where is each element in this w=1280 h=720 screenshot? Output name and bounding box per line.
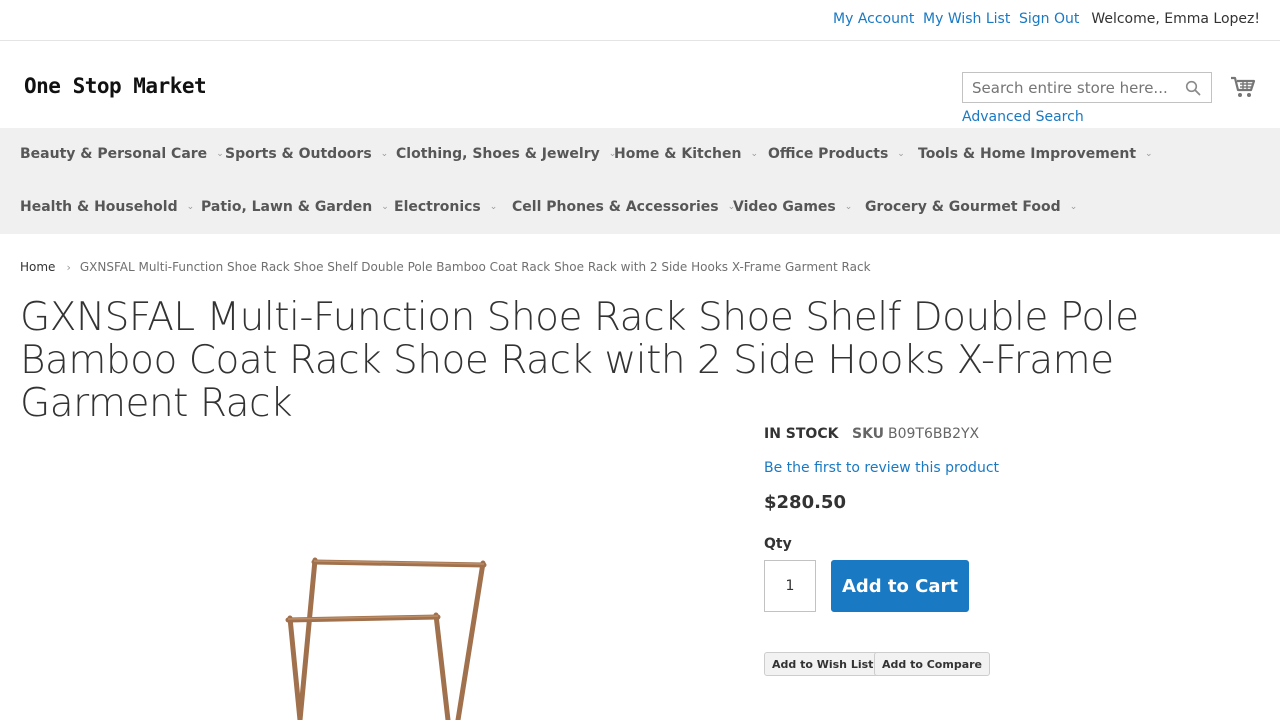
breadcrumb: Home › GXNSFAL Multi-Function Shoe Rack Sh… [20,260,871,274]
qty-input[interactable] [764,560,816,612]
chevron-right-icon: › [66,261,71,274]
nav-item-label: Home & Kitchen [614,146,742,162]
category-navigation: Beauty & Personal Care ⌄ Sports & Outdoor… [0,128,1280,234]
breadcrumb-current: GXNSFAL Multi-Function Shoe Rack Shoe Sh… [79,260,871,274]
nav-item-label: Patio, Lawn & Garden [201,199,373,215]
nav-item-office-products[interactable]: Office Products ⌄ [768,146,905,162]
nav-item-patio-lawn-garden[interactable]: Patio, Lawn & Garden ⌄ [201,199,389,215]
add-to-wish-list-button[interactable]: Add to Wish List [764,652,882,676]
advanced-search-link[interactable]: Advanced Search [962,109,1084,125]
my-wish-list-link[interactable]: My Wish List [923,11,1010,27]
sign-out-link[interactable]: Sign Out [1019,11,1079,27]
welcome-message: Welcome, Emma Lopez! [1091,11,1260,27]
sku-value: B09T6BB2YX [888,426,980,442]
product-price: $280.50 [764,492,846,513]
nav-item-cell-phones-accessories[interactable]: Cell Phones & Accessories ⌄ [512,199,735,215]
nav-item-label: Health & Household [20,199,178,215]
top-header-bar: My Account My Wish List Sign Out Welcome… [0,0,1280,41]
chevron-down-icon: ⌄ [750,149,758,159]
nav-item-clothing-shoes-jewelry[interactable]: Clothing, Shoes & Jewelry ⌄ [396,146,616,162]
chevron-down-icon: ⌄ [844,202,853,212]
add-to-cart-button[interactable]: Add to Cart [831,560,969,612]
nav-item-beauty-personal-care[interactable]: Beauty & Personal Care ⌄ [20,146,224,162]
search-form [962,72,1212,103]
add-to-compare-button[interactable]: Add to Compare [874,652,991,676]
nav-item-label: Electronics [394,199,481,215]
nav-item-label: Grocery & Gourmet Food [865,199,1061,215]
nav-item-video-games[interactable]: Video Games ⌄ [733,199,852,215]
stock-status: IN STOCK [764,426,839,442]
cart-icon[interactable] [1230,75,1256,99]
nav-item-health-household[interactable]: Health & Household ⌄ [20,199,194,215]
chevron-down-icon: ⌄ [1145,149,1153,159]
qty-label: Qty [764,536,792,552]
nav-item-label: Office Products [768,146,889,162]
store-logo[interactable]: One Stop Market [24,74,207,98]
nav-item-grocery-gourmet-food[interactable]: Grocery & Gourmet Food ⌄ [865,199,1077,215]
chevron-down-icon: ⌄ [380,149,389,159]
nav-item-label: Tools & Home Improvement [918,146,1137,162]
my-account-link[interactable]: My Account [833,11,914,27]
nav-item-home-kitchen[interactable]: Home & Kitchen ⌄ [614,146,758,162]
nav-item-sports-outdoors[interactable]: Sports & Outdoors ⌄ [225,146,388,162]
nav-item-label: Beauty & Personal Care [20,146,208,162]
review-link[interactable]: Be the first to review this product [764,460,999,476]
sku-label: SKU [852,426,885,442]
chevron-down-icon: ⌄ [216,149,224,159]
chevron-down-icon: ⌄ [489,202,498,212]
nav-item-label: Sports & Outdoors [225,146,372,162]
chevron-down-icon: ⌄ [1069,202,1078,212]
chevron-down-icon: ⌄ [186,202,195,212]
page-title: GXNSFAL Multi-Function Shoe Rack Shoe Sh… [20,295,1139,426]
nav-item-label: Video Games [733,199,836,215]
nav-item-electronics[interactable]: Electronics ⌄ [394,199,497,215]
product-image[interactable] [270,550,500,720]
chevron-down-icon: ⌄ [381,202,389,212]
nav-item-label: Clothing, Shoes & Jewelry [396,146,600,162]
nav-item-label: Cell Phones & Accessories [512,199,719,215]
search-input[interactable] [963,73,1173,102]
breadcrumb-home-link[interactable]: Home [20,260,55,274]
chevron-down-icon: ⌄ [897,149,905,159]
search-icon[interactable] [1185,80,1201,96]
nav-item-tools-home-improvement[interactable]: Tools & Home Improvement ⌄ [918,146,1153,162]
